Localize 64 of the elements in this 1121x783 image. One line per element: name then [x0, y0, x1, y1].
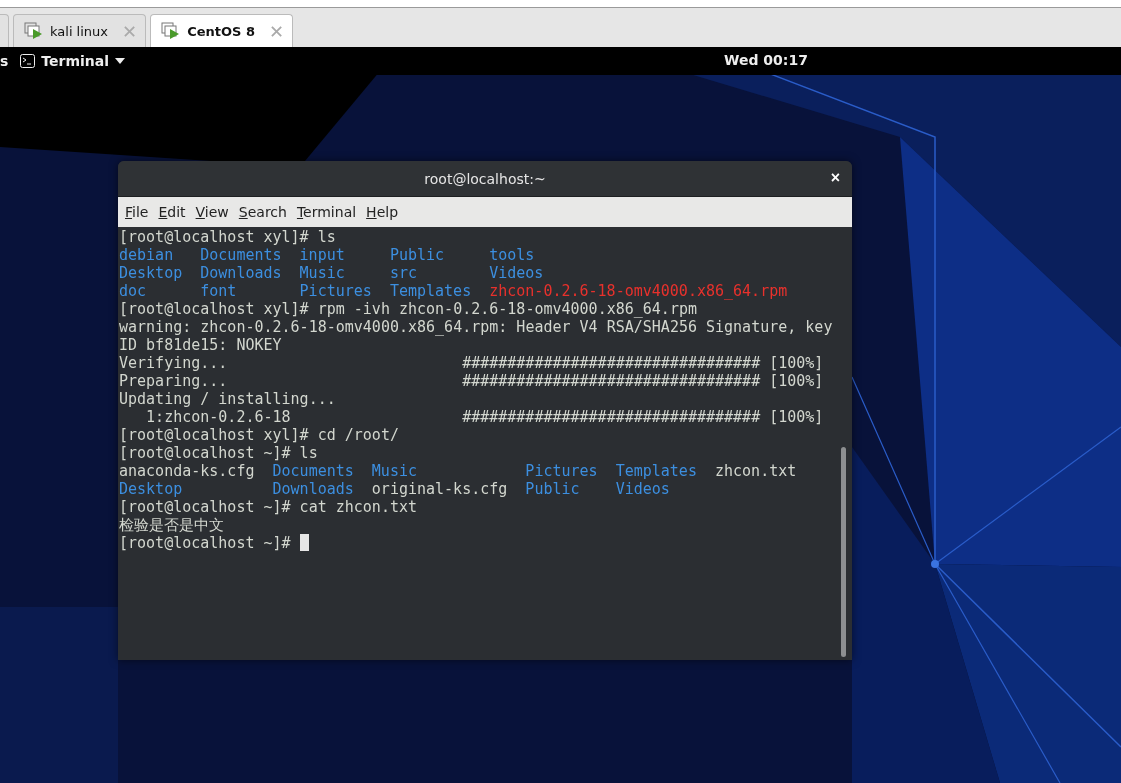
terminal-line: Updating / installing...	[119, 390, 336, 408]
file-name: Pictures	[299, 282, 372, 300]
file-name: zhcon-0.2.6-18-omv4000.x86_64.rpm	[489, 282, 788, 300]
file-name: input	[299, 246, 345, 264]
window-title: root@localhost:~	[424, 170, 546, 187]
file-name: Pictures	[525, 462, 598, 480]
caret-icon	[115, 58, 126, 64]
vm-tab[interactable]: kali linux ✕	[13, 14, 147, 47]
terminal-line: ID bf81de15: NOKEY	[119, 336, 282, 354]
file-name: Desktop	[119, 264, 183, 282]
terminal-line: 检验是否是中文	[119, 516, 224, 534]
terminal-icon	[20, 54, 36, 68]
progress-label: 1:zhcon-0.2.6-18	[145, 408, 291, 426]
menu-item[interactable]: Search	[233, 204, 292, 220]
progress-bar-text: #################################	[462, 354, 761, 372]
progress-percent: [100%]	[769, 372, 824, 390]
file-name: Templates	[389, 282, 472, 300]
progress-percent: [100%]	[769, 354, 824, 372]
file-name: original-ks.cfg	[371, 480, 508, 498]
tab[interactable]	[0, 14, 9, 47]
file-name: Documents	[272, 462, 354, 480]
menu-item[interactable]: Terminal	[291, 204, 362, 220]
terminal-line: [root@localhost xyl]# ls	[119, 228, 336, 246]
shell-prompt: [root@localhost ~]#	[119, 534, 292, 552]
vm-tab[interactable]: CentOS 8 ✕	[150, 14, 294, 47]
menu-item[interactable]: Help	[361, 204, 404, 220]
activities-label[interactable]: s	[0, 53, 9, 69]
file-name: Music	[371, 462, 417, 480]
close-button[interactable]: ×	[828, 170, 842, 186]
file-name: src	[389, 264, 417, 282]
progress-label: Preparing...	[119, 372, 228, 390]
terminal-line: [root@localhost xyl]# cd /root/	[119, 426, 399, 444]
file-name: Desktop	[119, 480, 183, 498]
progress-percent: [100%]	[769, 408, 824, 426]
virtual-machine-icon	[24, 22, 44, 40]
file-name: Templates	[615, 462, 697, 480]
progress-bar-text: #################################	[462, 372, 761, 390]
menu-item[interactable]: View	[190, 204, 234, 220]
terminal-line: [root@localhost xyl]# rpm -ivh zhcon-0.2.6-18-omv4000.x86_64.rpm	[119, 300, 697, 318]
file-name: Public	[389, 246, 445, 264]
file-name: zhcon.txt	[715, 462, 797, 480]
file-name: debian	[119, 246, 174, 264]
terminal-line: [root@localhost ~]# cat zhcon.txt	[119, 498, 417, 516]
file-name: font	[200, 282, 237, 300]
terminal-screen[interactable]	[118, 227, 838, 660]
menu-item[interactable]: File	[120, 204, 154, 220]
clock[interactable]: Wed 00:17	[724, 52, 808, 68]
file-name: doc	[119, 282, 147, 300]
menu-item[interactable]: Edit	[153, 204, 191, 220]
progress-label: Verifying...	[119, 354, 228, 372]
file-name: Downloads	[272, 480, 354, 498]
terminal-line: [root@localhost ~]# ls	[119, 444, 318, 462]
file-name: Music	[299, 264, 345, 282]
progress-bar-text: #################################	[462, 408, 761, 426]
terminal-line: warning: zhcon-0.2.6-18-omv4000.x86_64.rpm: Header V4 RSA/SHA256 Signature, key	[119, 318, 833, 336]
file-name: anaconda-ks.cfg	[119, 462, 255, 480]
file-name: Videos	[615, 480, 670, 498]
file-name: Documents	[200, 246, 282, 264]
app-menu[interactable]: Terminal	[20, 53, 126, 69]
file-name: Videos	[489, 264, 544, 282]
scrollbar-thumb[interactable]	[841, 447, 846, 657]
file-name: tools	[489, 246, 535, 264]
file-name: Public	[525, 480, 580, 498]
file-name: Downloads	[200, 264, 282, 282]
